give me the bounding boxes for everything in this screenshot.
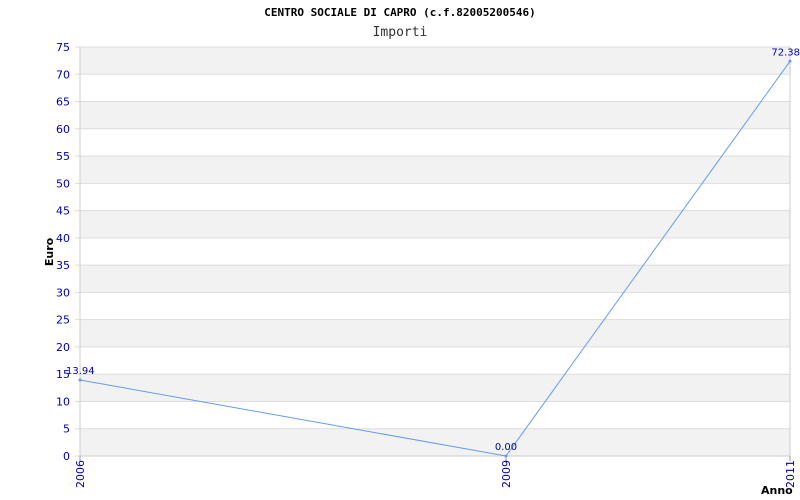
- x-axis-label: Anno: [761, 484, 793, 497]
- background-bands: [80, 47, 790, 456]
- background-band: [80, 101, 790, 129]
- y-tick-label: 10: [56, 395, 70, 408]
- y-tick-label: 0: [63, 450, 70, 463]
- y-tick-label: 30: [56, 286, 70, 299]
- y-tick-label: 5: [63, 423, 70, 436]
- y-tick-label: 50: [56, 177, 70, 190]
- y-tick-label: 20: [56, 341, 70, 354]
- x-tick-label: 2006: [74, 460, 87, 488]
- line-chart: 051015202530354045505560657075 2006 2009 2…: [43, 41, 800, 497]
- y-tick-label: 65: [56, 96, 70, 109]
- background-band: [80, 47, 790, 75]
- y-tick-label: 75: [56, 41, 70, 54]
- data-label: 0.00: [495, 442, 517, 453]
- x-tick-label: 2009: [500, 460, 513, 488]
- background-band: [80, 428, 790, 456]
- y-tick-label: 45: [56, 205, 70, 218]
- data-point: [788, 59, 792, 63]
- y-tick-label: 60: [56, 123, 70, 136]
- background-band: [80, 210, 790, 238]
- y-axis-label: Euro: [43, 237, 56, 266]
- y-tick-label: 25: [56, 314, 70, 327]
- y-tick-label: 55: [56, 150, 70, 163]
- background-band: [80, 374, 790, 402]
- y-tick-label: 70: [56, 68, 70, 81]
- background-band: [80, 319, 790, 347]
- x-tick-labels: 2006 2009 2011: [74, 460, 797, 488]
- data-label: 13.94: [66, 366, 95, 377]
- background-band: [80, 265, 790, 293]
- y-tick-label: 40: [56, 232, 70, 245]
- data-label: 72.38: [771, 47, 800, 58]
- y-tick-labels: 051015202530354045505560657075: [56, 41, 70, 463]
- data-point: [504, 454, 508, 458]
- data-point: [78, 378, 82, 382]
- background-band: [80, 156, 790, 184]
- y-tick-label: 35: [56, 259, 70, 272]
